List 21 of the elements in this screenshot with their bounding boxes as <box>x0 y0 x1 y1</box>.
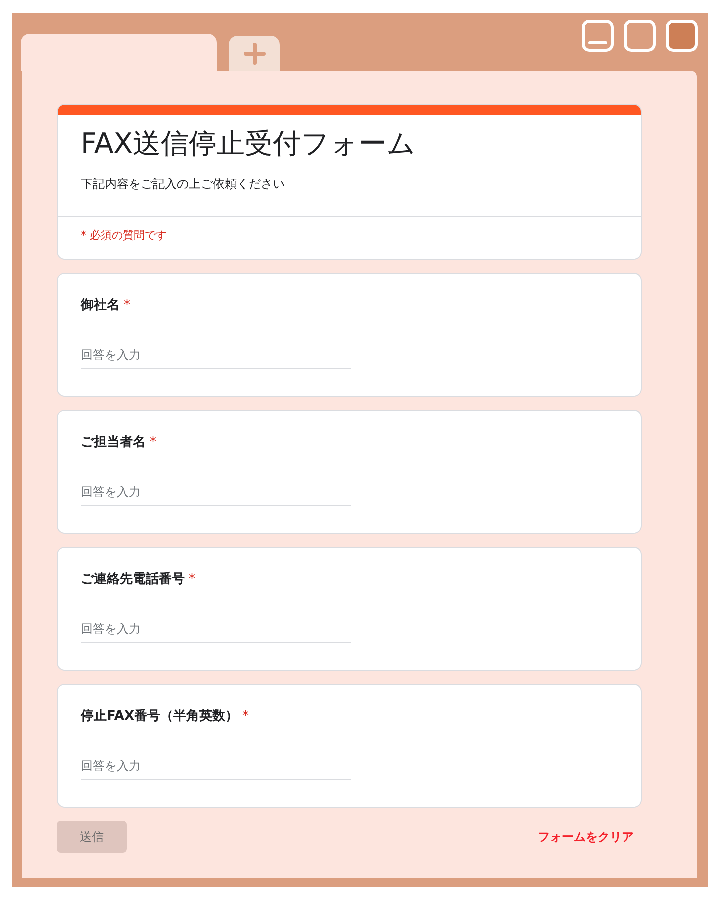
form-title: FAX送信停止受付フォーム <box>81 126 417 162</box>
question-label: ご連絡先電話番号 <box>81 571 185 589</box>
answer-field[interactable]: 回答を入力 <box>81 478 351 506</box>
question-label: ご担当者名 <box>81 434 146 452</box>
question-label: 御社名 <box>81 297 120 315</box>
required-mark: * <box>242 708 249 726</box>
answer-field[interactable]: 回答を入力 <box>81 341 351 369</box>
answer-field[interactable]: 回答を入力 <box>81 615 351 643</box>
required-mark: * <box>150 434 156 452</box>
plus-icon <box>244 42 266 64</box>
question-label: 停止FAX番号（半角英数） <box>81 708 238 726</box>
maximize-button[interactable] <box>624 20 656 52</box>
required-mark: * <box>189 571 196 589</box>
required-note: * 必須の質問です <box>80 228 168 244</box>
clear-form-link[interactable]: フォームをクリア <box>538 828 634 846</box>
answer-field[interactable]: 回答を入力 <box>81 752 351 780</box>
new-tab-button[interactable] <box>229 36 280 71</box>
required-mark: * <box>124 297 130 315</box>
close-button[interactable] <box>666 20 698 52</box>
form-description: 下記内容をご記入の上ご依頼ください <box>81 176 286 192</box>
minimize-button[interactable] <box>582 20 614 52</box>
